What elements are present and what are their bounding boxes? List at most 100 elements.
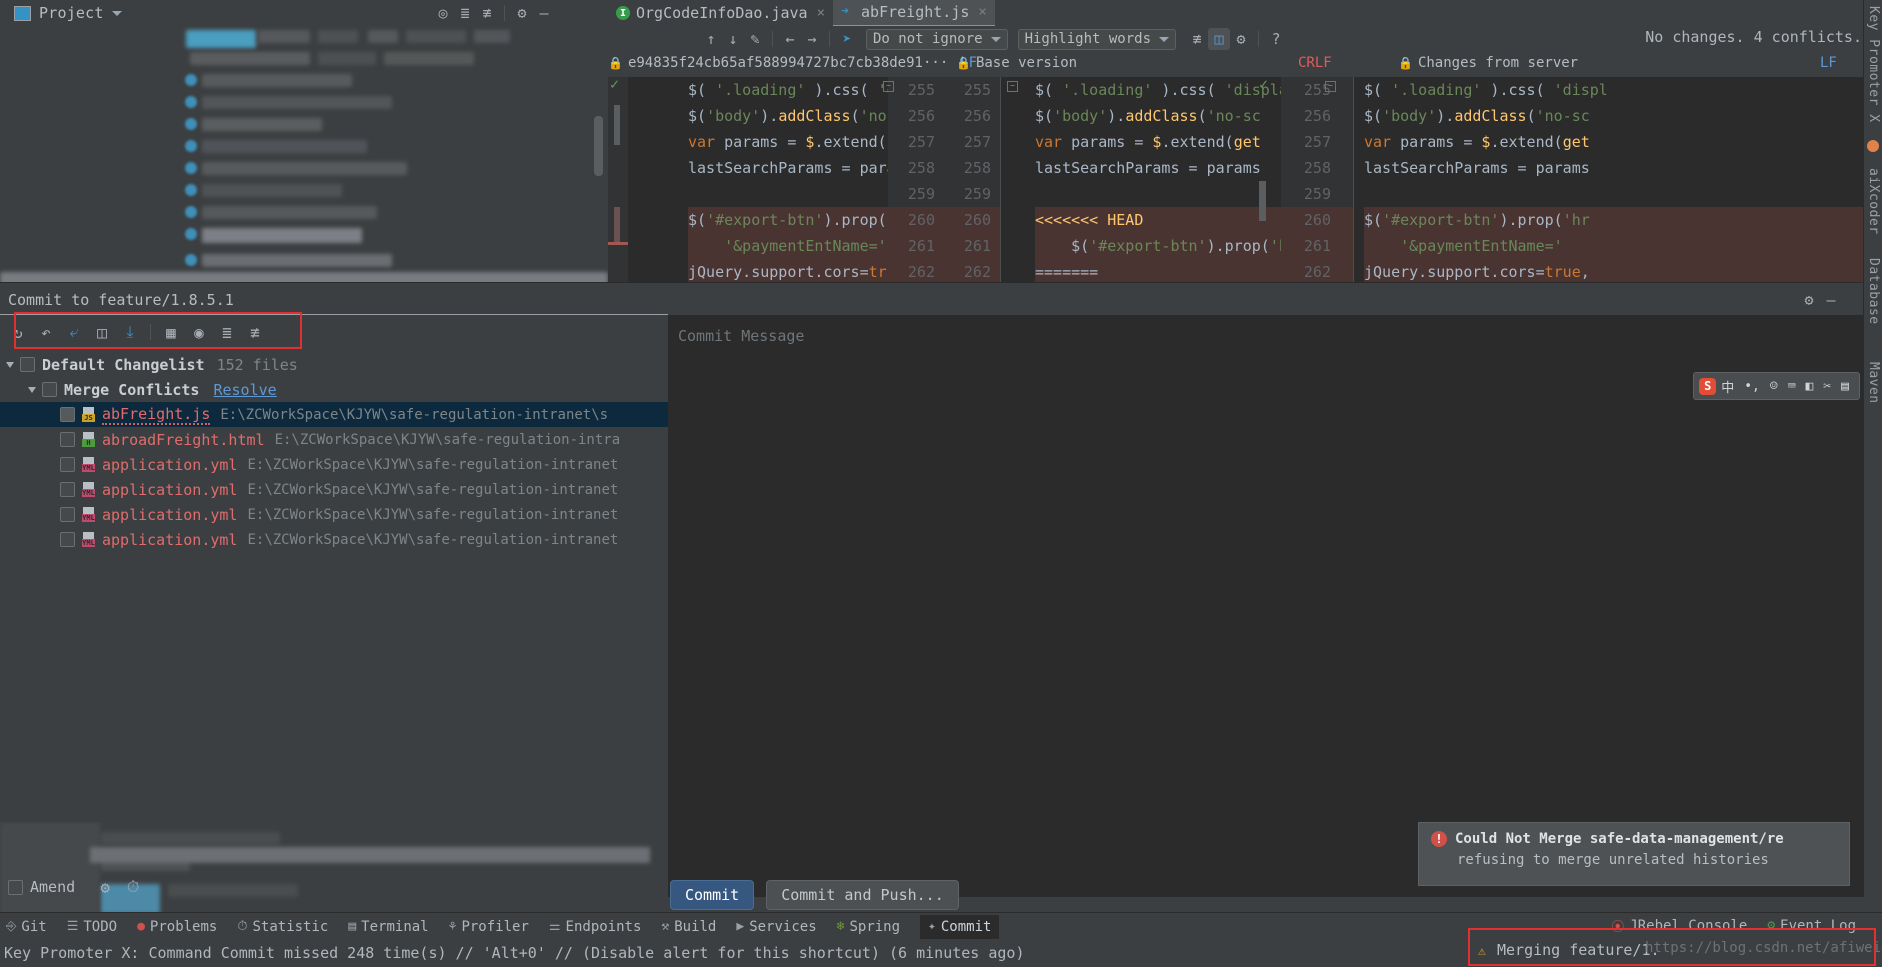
gear-icon[interactable]: ⚙ xyxy=(511,2,533,24)
minimize-icon[interactable]: — xyxy=(1820,289,1842,311)
next-difference-icon[interactable]: ↓ xyxy=(722,28,744,50)
update-icon[interactable]: ⤓ xyxy=(116,318,144,346)
editor-tab-orgcodeinfodao[interactable]: I OrgCodeInfoDao.java × xyxy=(608,0,833,26)
right-scroll-thumb[interactable] xyxy=(1259,181,1266,221)
close-icon[interactable]: × xyxy=(978,4,986,20)
collapse-unchanged-icon[interactable]: ≢ xyxy=(1186,28,1208,50)
resolve-link[interactable]: Resolve xyxy=(213,381,276,399)
editor-tab-abfreight[interactable]: ➜ abFreight.js × xyxy=(833,0,995,27)
group-by-icon[interactable]: ▦ xyxy=(157,318,185,346)
project-tool-window-button[interactable]: Project xyxy=(8,2,128,24)
fold-icon[interactable]: − xyxy=(883,81,894,92)
target-icon[interactable]: ◎ xyxy=(432,2,454,24)
ime-toolbox-icon[interactable]: ◧ xyxy=(1806,379,1814,394)
left-scroll-thumb[interactable] xyxy=(614,105,620,145)
gear-icon[interactable]: ⚙ xyxy=(91,873,119,901)
ime-punctuation-icon[interactable]: •, xyxy=(1744,379,1760,394)
expand-all-icon[interactable]: ≣ xyxy=(454,2,476,24)
ime-panel-icon[interactable]: ▤ xyxy=(1841,379,1849,394)
merge-conflicts-node[interactable]: Merge Conflicts Resolve xyxy=(0,377,668,402)
table-row[interactable]: YML application.yml E:\ZCWorkSpace\KJYW\… xyxy=(0,502,668,527)
minimize-icon[interactable]: — xyxy=(533,2,555,24)
file-checkbox[interactable] xyxy=(60,407,75,422)
help-icon[interactable]: ? xyxy=(1265,28,1287,50)
collapse-all-icon[interactable]: ≢ xyxy=(241,318,269,346)
history-icon[interactable]: ⏱ xyxy=(119,873,147,901)
status-item-jrebel-console[interactable]: ⦿ JRebel Console xyxy=(1611,916,1747,936)
rollback-icon[interactable]: ↶ xyxy=(32,318,60,346)
gear-icon[interactable]: ⚙ xyxy=(1230,28,1252,50)
project-tree-blurred[interactable] xyxy=(0,26,608,282)
shelve-icon[interactable]: ⤶ xyxy=(60,318,88,346)
fold-icon[interactable]: − xyxy=(1007,81,1018,92)
preview-icon[interactable]: ◉ xyxy=(185,318,213,346)
highlight-policy-select[interactable]: Highlight words xyxy=(1017,28,1177,50)
chevron-down-icon[interactable] xyxy=(111,10,122,16)
diff-icon[interactable]: ◫ xyxy=(88,318,116,346)
pencil-icon[interactable]: ✎ xyxy=(744,28,766,50)
strip-database[interactable]: Database xyxy=(1866,258,1881,325)
strip-key-promoter[interactable]: Key Promoter X xyxy=(1866,6,1881,123)
file-checkbox[interactable] xyxy=(60,457,75,472)
status-item-git[interactable]: ⎆ Git xyxy=(6,919,47,935)
previous-difference-icon[interactable]: ↑ xyxy=(700,28,722,50)
commit-message-area[interactable]: Commit Message xyxy=(668,315,1882,897)
merge-conflicts-checkbox[interactable] xyxy=(42,382,57,397)
commit-button[interactable]: Commit xyxy=(670,880,755,910)
close-icon[interactable]: × xyxy=(817,5,825,21)
ignore-policy-select[interactable]: Do not ignore xyxy=(866,28,1008,50)
ime-toolbar[interactable]: S 中 •, ☺ ⌨ ◧ ✂ ▤ xyxy=(1693,372,1860,400)
gear-icon[interactable]: ⚙ xyxy=(1798,289,1820,311)
status-item-statistic[interactable]: ⏱ Statistic xyxy=(237,919,328,935)
commit-and-push-button[interactable]: Commit and Push... xyxy=(766,880,959,910)
ime-keyboard-icon[interactable]: ⌨ xyxy=(1788,379,1796,394)
status-item-event-log[interactable]: ⚙ Event Log xyxy=(1767,918,1856,934)
apply-right-icon[interactable]: → xyxy=(801,28,823,50)
changelist-node[interactable]: Default Changelist 152 files xyxy=(0,352,668,377)
status-item-commit[interactable]: ✦ Commit xyxy=(920,914,1000,939)
accepted-check-icon[interactable]: ✓ xyxy=(1259,77,1268,93)
ime-emoji-icon[interactable]: ☺ xyxy=(1770,379,1778,394)
file-checkbox[interactable] xyxy=(60,432,75,447)
project-tree-scrollbar[interactable] xyxy=(594,116,603,176)
notification-balloon[interactable]: ! Could Not Merge safe-data-management/r… xyxy=(1418,822,1850,886)
strip-maven[interactable]: Maven xyxy=(1866,362,1881,404)
ime-mode-icon[interactable]: 中 xyxy=(1721,377,1734,396)
status-item-build[interactable]: ⚒ Build xyxy=(661,919,716,935)
amend-checkbox[interactable] xyxy=(8,879,23,895)
file-checkbox[interactable] xyxy=(60,507,75,522)
magic-resolve-icon[interactable]: ➤ xyxy=(836,28,858,50)
file-checkbox[interactable] xyxy=(60,532,75,547)
table-row[interactable]: JS abFreight.js E:\ZCWorkSpace\KJYW\safe… xyxy=(0,402,668,427)
chevron-down-icon[interactable] xyxy=(6,361,14,368)
collapse-all-icon[interactable]: ≢ xyxy=(476,2,498,24)
changelist-checkbox[interactable] xyxy=(20,357,35,372)
expand-all-icon[interactable]: ≣ xyxy=(213,318,241,346)
chevron-down-icon[interactable] xyxy=(28,386,36,393)
accepted-check-icon[interactable]: ✓ xyxy=(610,77,619,93)
table-row[interactable]: YML application.yml E:\ZCWorkSpace\KJYW\… xyxy=(0,452,668,477)
merge-editor[interactable]: ✓ $( '.loading' ).css( 'disp $('body').a… xyxy=(608,77,1882,282)
side-by-side-icon[interactable]: ◫ xyxy=(1208,28,1231,50)
merge-pane-left[interactable]: ✓ $( '.loading' ).css( 'disp $('body').a… xyxy=(608,77,888,282)
status-item-problems[interactable]: ● Problems xyxy=(137,919,217,935)
strip-aixcoder[interactable]: aiXcoder xyxy=(1866,168,1881,235)
file-checkbox[interactable] xyxy=(60,482,75,497)
status-item-terminal[interactable]: ▤ Terminal xyxy=(348,919,428,935)
status-item-spring[interactable]: ❄ Spring xyxy=(837,919,900,935)
status-item-todo[interactable]: ☰ TODO xyxy=(67,919,117,935)
ime-scissors-icon[interactable]: ✂ xyxy=(1823,379,1831,394)
merge-pane-right[interactable]: $( '.loading' ).css( 'displ $('body').ad… xyxy=(1354,77,1882,282)
refresh-icon[interactable]: ↻ xyxy=(4,318,32,346)
table-row[interactable]: H abroadFreight.html E:\ZCWorkSpace\KJYW… xyxy=(0,427,668,452)
changelist-tree[interactable]: Default Changelist 152 files Merge Confl… xyxy=(0,352,668,912)
status-item-services[interactable]: ▶ Services xyxy=(736,919,816,935)
merging-status[interactable]: ⚠ Merging feature/1. xyxy=(1478,941,1660,959)
table-row[interactable]: YML application.yml E:\ZCWorkSpace\KJYW\… xyxy=(0,477,668,502)
aixcoder-icon[interactable] xyxy=(1867,140,1879,152)
fold-icon[interactable]: − xyxy=(1325,81,1336,92)
apply-left-icon[interactable]: ← xyxy=(779,28,801,50)
table-row[interactable]: YML application.yml E:\ZCWorkSpace\KJYW\… xyxy=(0,527,668,552)
status-item-profiler[interactable]: ⚘ Profiler xyxy=(449,919,529,935)
status-item-endpoints[interactable]: ⚌ Endpoints xyxy=(549,919,642,935)
